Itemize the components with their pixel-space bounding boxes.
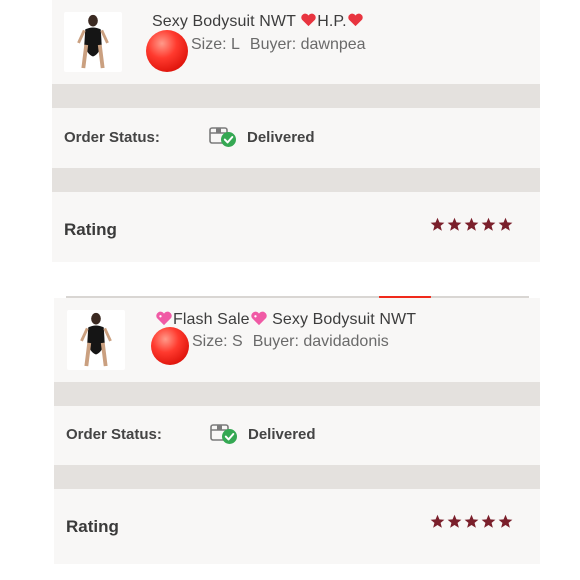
bodysuit-image	[64, 12, 122, 70]
rating-stars-2[interactable]	[430, 514, 513, 529]
star-icon	[481, 217, 496, 231]
star-icon	[498, 514, 513, 528]
rating-label: Rating	[66, 517, 119, 536]
size-text: Size: S	[192, 333, 243, 350]
star-icon	[481, 514, 496, 528]
order-meta-1: Size: L Buyer: dawnpea	[191, 36, 366, 54]
sparkling-heart-icon	[250, 311, 267, 326]
section-divider	[54, 382, 540, 406]
order-status-label: Order Status:	[64, 129, 160, 146]
order-meta-2: Size: S Buyer: davidadonis	[192, 333, 389, 351]
package-delivered-icon	[209, 127, 236, 147]
delivery-status: Delivered	[247, 129, 315, 146]
star-icon	[430, 217, 445, 231]
star-icon	[447, 514, 462, 528]
bodysuit-image	[67, 310, 125, 368]
product-title-1[interactable]: Sexy Bodysuit NWT H.P.	[152, 13, 364, 31]
section-divider	[52, 168, 540, 192]
rating-stars-1[interactable]	[430, 217, 513, 232]
red-ball-overlay-icon	[151, 327, 189, 365]
buyer-text: Buyer: dawnpea	[249, 36, 366, 53]
rating-label: Rating	[64, 220, 117, 239]
star-icon	[447, 217, 462, 231]
red-ball-overlay-icon	[146, 30, 188, 72]
star-icon	[430, 514, 445, 528]
buyer-text: Buyer: davidadonis	[252, 333, 389, 350]
red-heart-icon	[301, 13, 316, 27]
star-icon	[498, 217, 513, 231]
product-title-2[interactable]: Flash Sale Sexy Bodysuit NWT	[155, 311, 416, 329]
section-divider	[54, 465, 540, 489]
star-icon	[464, 514, 479, 528]
delivery-status: Delivered	[248, 426, 316, 443]
order-status-label: Order Status:	[66, 426, 162, 443]
package-delivered-icon	[210, 424, 237, 444]
star-icon	[464, 217, 479, 231]
section-divider	[52, 84, 540, 108]
title-text: Sexy Bodysuit NWT	[267, 311, 417, 328]
title-prefix: Flash Sale	[173, 311, 250, 328]
product-thumbnail-2[interactable]	[67, 310, 125, 370]
title-text: Sexy Bodysuit NWT	[152, 13, 301, 30]
title-text-mid: H.P.	[317, 13, 347, 30]
size-text: Size: L	[191, 36, 240, 53]
sparkling-heart-icon	[156, 311, 172, 326]
red-heart-icon	[348, 13, 363, 27]
product-thumbnail-1[interactable]	[64, 12, 122, 72]
